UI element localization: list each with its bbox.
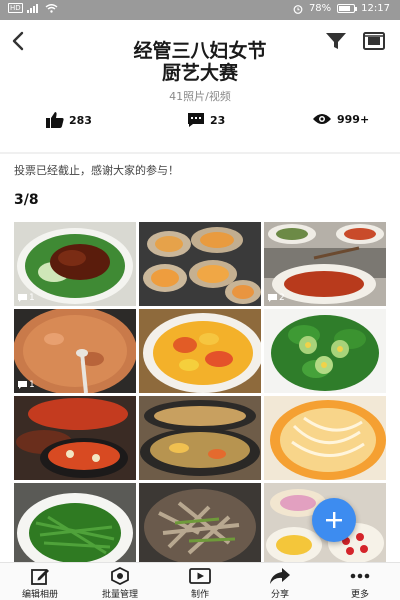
photo-4[interactable]: 1: [14, 309, 136, 393]
view-count: 999+: [337, 112, 370, 126]
photo-9[interactable]: [264, 396, 386, 480]
comment-icon: [188, 113, 204, 127]
back-arrow-icon[interactable]: [8, 30, 30, 52]
header-divider: [0, 152, 400, 154]
chat-icon: [18, 381, 27, 389]
photo-11[interactable]: [139, 483, 261, 562]
album-cover-icon[interactable]: [362, 30, 386, 52]
title-line-1: 经管三八妇女节: [133, 40, 267, 62]
network-type: HD: [8, 3, 23, 13]
filter-icon[interactable]: [324, 30, 348, 52]
photo-10[interactable]: [14, 483, 136, 562]
share-button[interactable]: 分享: [245, 567, 315, 600]
more-label: 更多: [350, 590, 369, 600]
plus-icon: [326, 512, 342, 528]
wifi-icon: [45, 3, 58, 13]
edit-icon: [31, 569, 49, 585]
album-header: 经管三八妇女节 厨艺大赛 41照片/视频 283 23 999+: [0, 20, 400, 155]
photo-1-comments: 1: [18, 293, 35, 303]
thumbs-up-icon: [46, 112, 64, 128]
batch-manage-icon: [111, 567, 129, 585]
clock: 12:17: [361, 3, 390, 14]
eye-icon: [313, 114, 331, 124]
title-line-2: 厨艺大赛: [161, 62, 238, 84]
chat-icon: [268, 294, 277, 302]
photo-4-comments: 1: [18, 380, 35, 390]
photo-8[interactable]: [139, 396, 261, 480]
edit-album-label: 编辑相册: [21, 590, 58, 600]
alarm-icon: [293, 4, 303, 14]
comment-stat[interactable]: 23: [187, 112, 225, 128]
status-bar: HD 78% 12:17: [0, 0, 400, 20]
video-play-icon: [189, 568, 211, 584]
edit-album-button[interactable]: 编辑相册: [5, 567, 75, 600]
photo-3-comments: 2: [268, 293, 285, 303]
batch-manage-button[interactable]: 批量管理: [85, 567, 155, 600]
photo-5[interactable]: [139, 309, 261, 393]
battery-icon: [337, 4, 358, 13]
more-dots-icon: [350, 573, 370, 579]
photo-3[interactable]: 2: [264, 222, 386, 306]
add-photo-button[interactable]: [312, 498, 356, 542]
more-button[interactable]: 更多: [325, 567, 395, 600]
like-stat[interactable]: 283: [46, 112, 92, 128]
signal-icon: [26, 3, 38, 13]
create-button[interactable]: 制作: [165, 567, 235, 600]
view-stat: 999+: [312, 112, 369, 126]
photo-7[interactable]: [14, 396, 136, 480]
page-title: 经管三八妇女节 厨艺大赛: [80, 40, 320, 84]
photo-2[interactable]: [139, 222, 261, 306]
share-arrow-icon: [270, 568, 290, 584]
share-label: 分享: [270, 590, 289, 600]
bottom-toolbar: 编辑相册 批量管理 制作 分享 更多: [0, 562, 400, 600]
comment-count: 23: [210, 113, 226, 127]
chat-icon: [18, 294, 27, 302]
stats-row: 283 23 999+: [0, 112, 400, 136]
page-indicator: 3/8: [14, 192, 39, 208]
like-count: 283: [69, 113, 92, 127]
voting-closed-notice: 投票已经截止，感谢大家的参与！: [14, 164, 179, 177]
batch-manage-label: 批量管理: [101, 590, 138, 600]
battery-percent: 78%: [308, 3, 332, 14]
photo-6[interactable]: [264, 309, 386, 393]
photo-count: 41照片/视频: [169, 90, 231, 103]
create-label: 制作: [190, 590, 209, 600]
battery-fill: [339, 6, 351, 11]
photo-1[interactable]: 1: [14, 222, 136, 306]
